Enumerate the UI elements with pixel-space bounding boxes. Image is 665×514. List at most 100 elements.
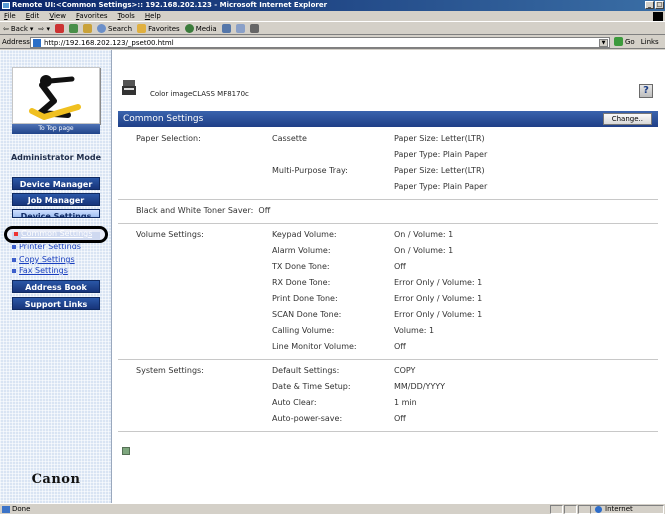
address-url: http://192.168.202.123/_pset00.html [44,38,174,47]
home-icon[interactable] [83,24,92,33]
table-row: Auto-power-save: Off [118,411,658,427]
maximize-button[interactable]: □ [655,1,664,9]
setting-value: On / Volume: 1 [394,230,454,239]
forward-button[interactable]: ⇨ ▾ [38,25,50,33]
mail-icon[interactable] [235,24,245,33]
setting-sub-label: Cassette [272,134,307,143]
search-label: Search [108,24,133,33]
bullet-icon [12,268,16,273]
page-content: To Top page Administrator Mode Device Ma… [0,50,665,503]
window-titlebar: Remote UI:<Common Settings>:: 192.168.20… [0,0,665,11]
toner-saver-value: Off [258,206,271,215]
back-button[interactable]: ⇦ Back ▾ [3,25,33,33]
address-dropdown-button[interactable]: ▼ [599,39,608,47]
setting-sub-label: TX Done Tone: [272,262,330,271]
setting-sub-label: SCAN Done Tone: [272,310,342,319]
nav-address-book[interactable]: Address Book [12,280,100,293]
setting-value: Paper Type: Plain Paper [394,150,488,159]
menu-tools[interactable]: Tools [118,11,135,21]
table-row: System Settings: Default Settings: COPY [118,363,658,379]
minimize-button[interactable]: _ [645,1,654,9]
setting-sub-label: Print Done Tone: [272,294,338,303]
search-button[interactable]: Search [97,24,132,33]
section-title: Common Settings [123,114,204,124]
to-top-page-button[interactable]: To Top page [12,124,100,134]
setting-sub-label: RX Done Tone: [272,278,331,287]
setting-label: Volume Settings: [136,230,204,239]
menu-favorites[interactable]: Favorites [76,11,108,21]
setting-value: Off [394,414,406,423]
sidebar-item-fax-settings[interactable]: Fax Settings [12,266,68,275]
nav-device-settings[interactable]: Device Settings [12,209,100,218]
go-arrow-icon [614,37,623,46]
paper-selection-group: Paper Selection: Cassette Paper Size: Le… [118,128,658,200]
sidebar: To Top page Administrator Mode Device Ma… [0,50,112,503]
links-button[interactable]: Links [641,38,659,46]
setting-value: On / Volume: 1 [394,246,454,255]
setting-value: Paper Size: Letter(LTR) [394,166,485,175]
setting-value: Error Only / Volume: 1 [394,294,483,303]
setting-label: Paper Selection: [136,134,201,143]
help-button[interactable]: ? [639,84,653,98]
sidebar-item-printer-settings[interactable]: Printer Settings [12,244,81,249]
setting-sub-label: Date & Time Setup: [272,382,351,391]
setting-value: Volume: 1 [394,326,435,335]
dropdown-icon: ▾ [29,24,34,33]
sidebar-item-copy-settings[interactable]: Copy Settings [12,255,75,264]
sidebar-item-common-settings[interactable]: Common Settings [14,229,92,238]
toner-saver-label: Black and White Toner Saver: [136,206,254,215]
print-icon[interactable] [249,24,259,33]
nav-support-links[interactable]: Support Links [12,297,100,310]
back-label: Back [10,24,28,33]
menu-view[interactable]: View [49,11,66,21]
nav-device-manager[interactable]: Device Manager [12,177,100,190]
page-top-icon[interactable] [122,447,130,455]
table-row: Black and White Toner Saver: Off [118,203,658,219]
sidebar-item-copy-settings-label: Copy Settings [19,255,75,264]
media-label: Media [195,24,217,33]
setting-sub-label: Default Settings: [272,366,340,375]
page-icon [33,38,41,47]
status-cells [550,505,591,514]
go-button[interactable]: Go [614,37,635,46]
address-input[interactable]: http://192.168.202.123/_pset00.html ▼ [30,37,610,48]
setting-sub-label: Auto-power-save: [272,414,343,423]
go-area: Go Links [614,37,659,46]
remote-ui-logo [12,67,100,124]
bullet-icon [12,257,16,262]
setting-sub-label: Alarm Volume: [272,246,331,255]
favorites-button[interactable]: Favorites [137,24,180,33]
table-row: Volume Settings: Keypad Volume: On / Vol… [118,227,658,243]
ie-app-icon [2,2,10,9]
media-icon [184,24,194,33]
sidebar-item-common-settings-label: Common Settings [21,229,93,238]
nav-job-manager[interactable]: Job Manager [12,193,100,206]
address-bar: Address http://192.168.202.123/_pset00.h… [0,36,665,49]
history-icon[interactable] [221,24,231,33]
settings-table: Paper Selection: Cassette Paper Size: Le… [118,128,658,432]
menu-help[interactable]: Help [145,11,161,21]
table-row: Alarm Volume: On / Volume: 1 [118,243,658,259]
window-title: Remote UI:<Common Settings>:: 192.168.20… [12,1,328,9]
favorites-label: Favorites [148,24,180,33]
status-bar: Done Internet [0,503,665,514]
forward-arrow-icon: ⇨ ▾ [38,24,50,33]
stop-icon[interactable] [55,24,64,33]
setting-label: Black and White Toner Saver: Off [136,203,270,219]
sidebar-item-fax-settings-label: Fax Settings [19,266,68,275]
table-row: Paper Selection: Cassette Paper Size: Le… [118,131,658,147]
setting-sub-label: Auto Clear: [272,398,317,407]
change-button[interactable]: Change.. [602,113,652,125]
menu-file[interactable]: File [4,11,16,21]
status-cell [550,505,563,514]
section-header: Common Settings Change.. [118,111,658,127]
refresh-icon[interactable] [69,24,78,33]
favorites-icon [137,24,147,33]
page-status-icon [2,506,10,513]
volume-settings-group: Volume Settings: Keypad Volume: On / Vol… [118,224,658,360]
menu-edit[interactable]: Edit [26,11,40,21]
setting-sub-label: Keypad Volume: [272,230,337,239]
go-label: Go [625,37,635,46]
media-button[interactable]: Media [184,24,217,33]
setting-sub-label: Calling Volume: [272,326,335,335]
